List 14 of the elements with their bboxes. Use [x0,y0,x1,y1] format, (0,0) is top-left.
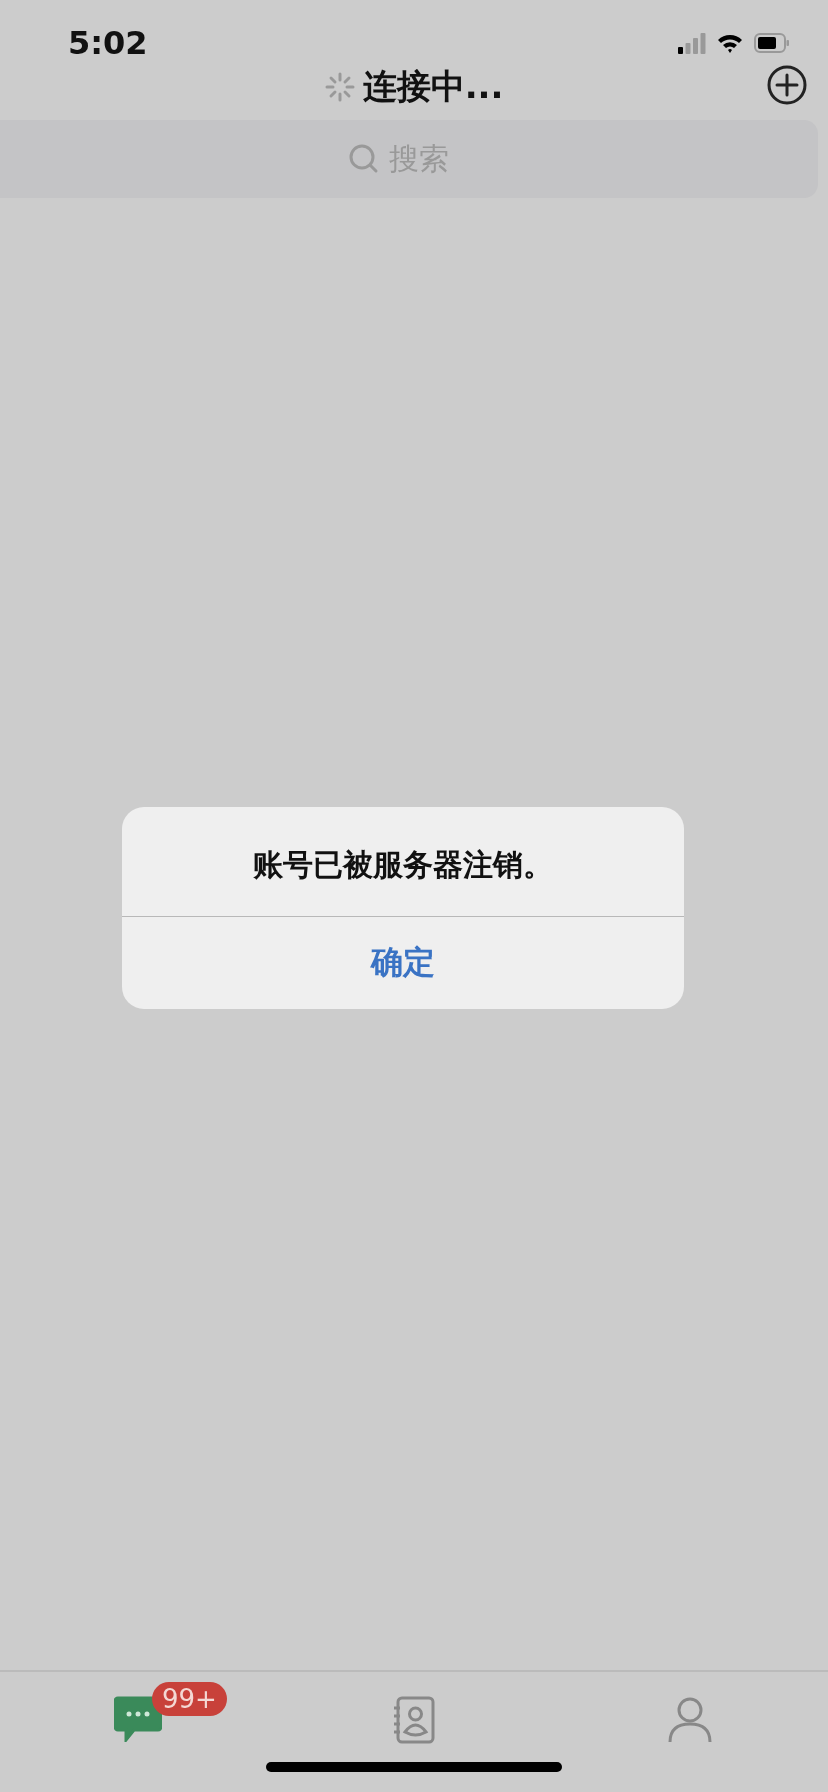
confirm-button[interactable]: 确定 [122,917,684,1009]
wifi-icon [716,32,744,54]
nav-title: 连接中... [362,65,504,108]
add-icon[interactable] [766,64,808,106]
address-book-icon [392,1696,436,1744]
battery-icon [754,32,790,54]
search-icon [349,144,379,174]
signal-icon [678,32,706,54]
unread-badge: 99+ [152,1682,227,1716]
tab-item[interactable]: 99+ [0,1682,276,1752]
chat-bubble-icon [114,1696,162,1742]
person-icon [667,1696,713,1744]
alert-message: 账号已被服务器注销。 [122,807,684,917]
status-time: 5:02 [68,24,148,62]
